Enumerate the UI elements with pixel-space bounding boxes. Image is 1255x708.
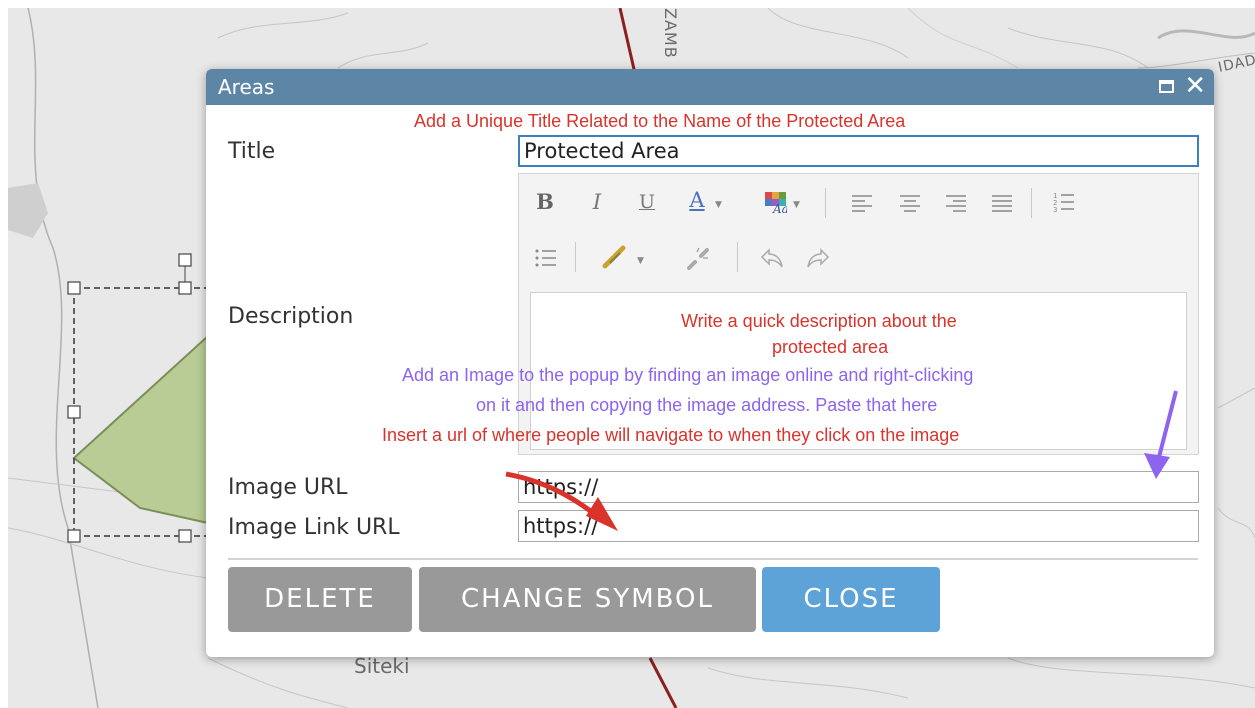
- map-label-bottom: Siteki: [354, 654, 410, 678]
- delete-button[interactable]: DELETE: [228, 567, 412, 632]
- close-button[interactable]: CLOSE: [762, 567, 940, 632]
- change-symbol-button[interactable]: CHANGE SYMBOL: [419, 567, 756, 632]
- map-label-top: ZAMB: [661, 8, 680, 59]
- dialog-divider: [228, 558, 1198, 560]
- areas-dialog: Areas ✕ Add a Unique Title Related to th…: [206, 69, 1214, 657]
